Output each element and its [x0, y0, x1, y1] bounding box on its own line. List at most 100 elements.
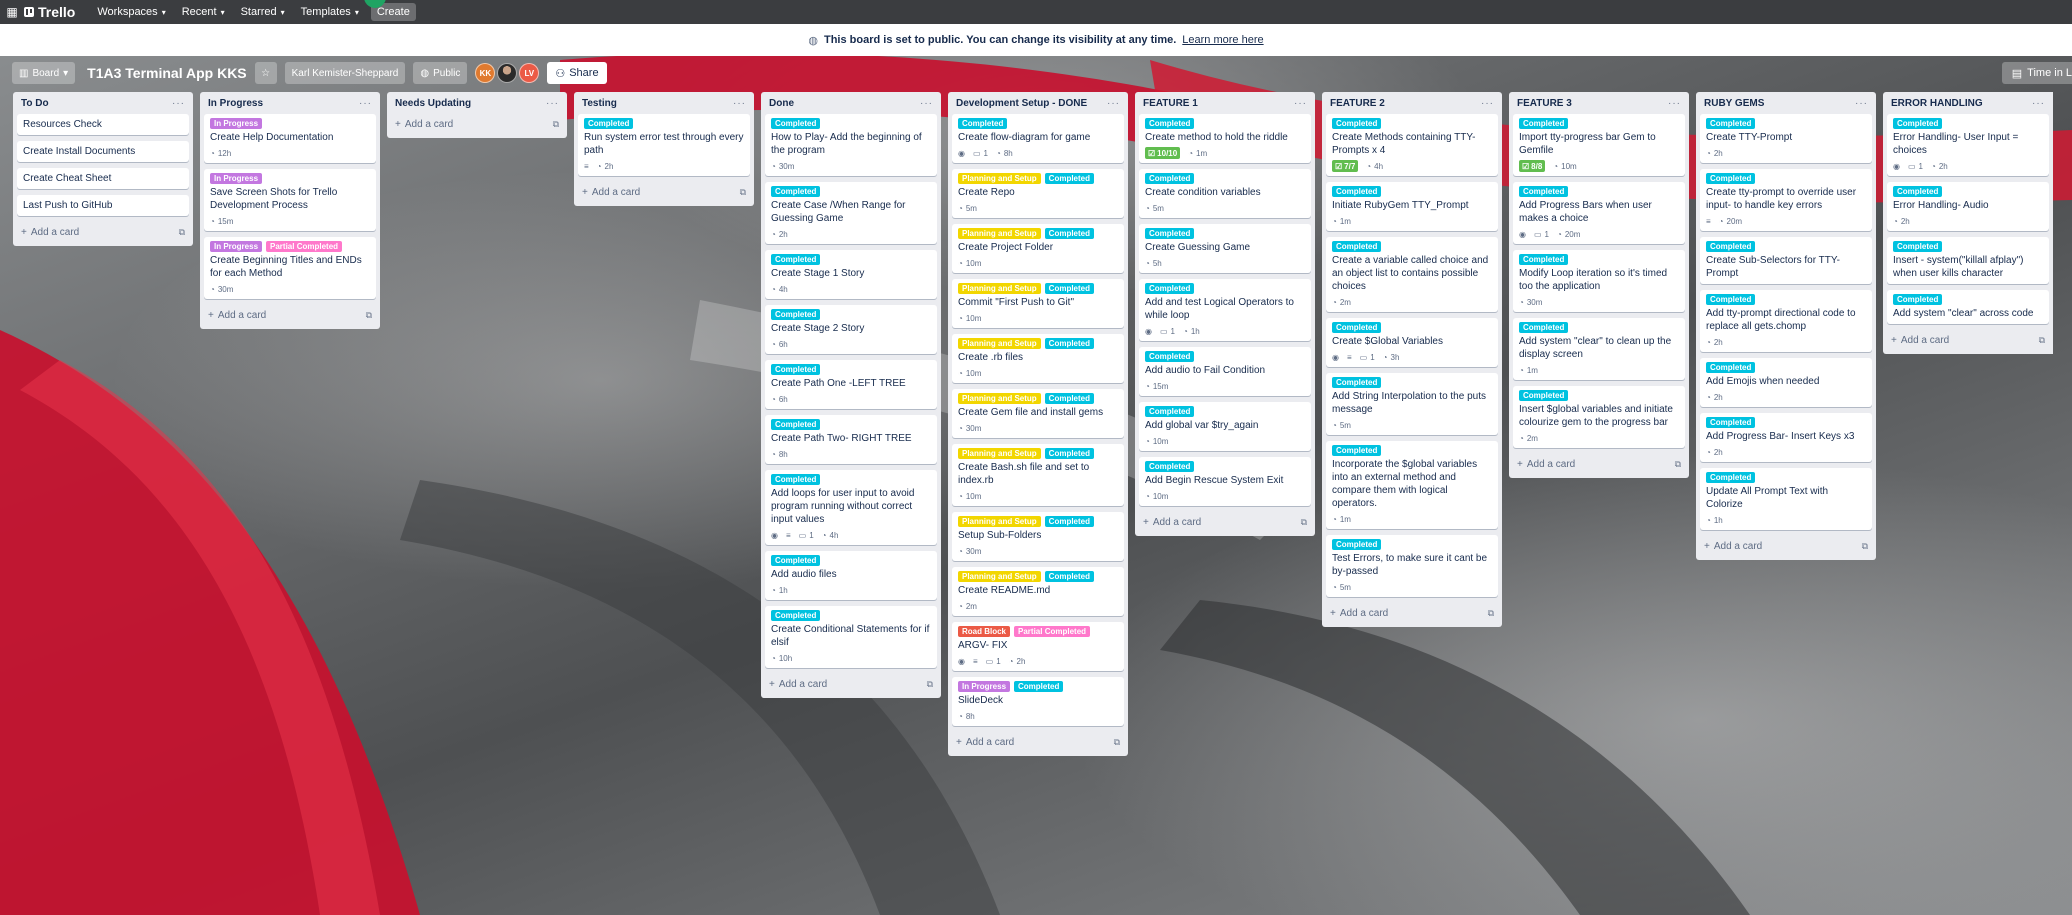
- add-card-button[interactable]: + Add a card: [1891, 335, 1949, 346]
- card[interactable]: Completed Add system "clear" across code: [1887, 290, 2049, 324]
- card[interactable]: Planning and Setup Completed Create Bash.s…: [952, 444, 1124, 506]
- card-label[interactable]: Partial Completed: [266, 241, 343, 252]
- card-label[interactable]: Completed: [1893, 294, 1943, 305]
- card-label[interactable]: Completed: [1145, 118, 1195, 129]
- recent-menu[interactable]: Recent ▾: [174, 0, 233, 24]
- list-title[interactable]: Done: [769, 98, 794, 109]
- add-card-button[interactable]: + Add a card: [395, 119, 453, 130]
- card[interactable]: Completed Create method to hold the riddl…: [1139, 114, 1311, 163]
- card-label[interactable]: Completed: [1706, 472, 1756, 483]
- card[interactable]: Completed Create $Global Variables ◉ ≡ ▭ 1 ◔ 3h: [1326, 318, 1498, 367]
- card-label[interactable]: Completed: [1044, 228, 1095, 239]
- card[interactable]: Completed Add Begin Rescue System Exit ◔ 10…: [1139, 457, 1311, 506]
- add-card-button[interactable]: + Add a card: [769, 679, 827, 690]
- learn-more-link[interactable]: Learn more here: [1182, 34, 1263, 46]
- card-label[interactable]: Planning and Setup: [958, 448, 1041, 459]
- card-template-icon[interactable]: ⧉: [179, 227, 185, 238]
- card-label[interactable]: Completed: [1706, 417, 1756, 428]
- card[interactable]: Completed How to Play- Add the beginning …: [765, 114, 937, 176]
- card-label[interactable]: Completed: [1044, 393, 1095, 404]
- card-label[interactable]: Completed: [1332, 118, 1382, 129]
- card-label[interactable]: Completed: [1519, 322, 1569, 333]
- list-title[interactable]: In Progress: [208, 98, 263, 109]
- card[interactable]: In Progress Partial Completed Create Begin…: [204, 237, 376, 299]
- card[interactable]: Completed Add loops for user input to avo…: [765, 470, 937, 545]
- card[interactable]: Completed Add system "clear" to clean up …: [1513, 318, 1685, 380]
- card[interactable]: Completed Add Progress Bar- Insert Keys x…: [1700, 413, 1872, 462]
- card-label[interactable]: Completed: [1332, 322, 1382, 333]
- card-label[interactable]: Planning and Setup: [958, 173, 1041, 184]
- card-label[interactable]: Completed: [771, 118, 821, 129]
- card-label[interactable]: Completed: [771, 474, 821, 485]
- card[interactable]: Completed Create tty-prompt to override u…: [1700, 169, 1872, 231]
- card[interactable]: Completed Add tty-prompt directional code…: [1700, 290, 1872, 352]
- card-label[interactable]: Completed: [1014, 681, 1064, 692]
- starred-menu[interactable]: Starred ▾: [233, 0, 293, 24]
- list-menu-icon[interactable]: ···: [920, 98, 933, 109]
- list-menu-icon[interactable]: ···: [1855, 98, 1868, 109]
- list-title[interactable]: FEATURE 1: [1143, 98, 1198, 109]
- card[interactable]: Planning and Setup Completed Create Projec…: [952, 224, 1124, 273]
- card-label[interactable]: Partial Completed: [1014, 626, 1091, 637]
- card[interactable]: Completed Create flow-diagram for game ◉ ▭ 1…: [952, 114, 1124, 163]
- list-title[interactable]: Needs Updating: [395, 98, 471, 109]
- list-menu-icon[interactable]: ···: [1107, 98, 1120, 109]
- card-label[interactable]: Completed: [771, 555, 821, 566]
- card-label[interactable]: Completed: [1893, 118, 1943, 129]
- list-menu-icon[interactable]: ···: [733, 98, 746, 109]
- card-label[interactable]: Planning and Setup: [958, 338, 1041, 349]
- avatar-lv[interactable]: LV: [519, 63, 540, 83]
- card-label[interactable]: Completed: [1332, 445, 1382, 456]
- add-card-button[interactable]: + Add a card: [1143, 517, 1201, 528]
- card-label[interactable]: Completed: [1332, 186, 1382, 197]
- card[interactable]: Completed Add and test Logical Operators …: [1139, 279, 1311, 341]
- add-card-button[interactable]: + Add a card: [1704, 541, 1762, 552]
- card-label[interactable]: Completed: [1145, 228, 1195, 239]
- list-title[interactable]: Development Setup - DONE: [956, 98, 1087, 109]
- card[interactable]: Completed Create a variable called choice…: [1326, 237, 1498, 312]
- card-label[interactable]: Completed: [771, 419, 821, 430]
- board-title[interactable]: T1A3 Terminal App KKS: [87, 65, 246, 81]
- card-label[interactable]: Completed: [771, 186, 821, 197]
- card-label[interactable]: Completed: [771, 309, 821, 320]
- card[interactable]: Completed Create Sub-Selectors for TTY-Pr…: [1700, 237, 1872, 284]
- card[interactable]: Planning and Setup Completed Create Repo ◔ 5…: [952, 169, 1124, 218]
- card-label[interactable]: Completed: [771, 364, 821, 375]
- card-template-icon[interactable]: ⧉: [2039, 335, 2045, 346]
- list-menu-icon[interactable]: ···: [1481, 98, 1494, 109]
- add-card-button[interactable]: + Add a card: [956, 737, 1014, 748]
- card-label[interactable]: Planning and Setup: [958, 283, 1041, 294]
- card-template-icon[interactable]: ⧉: [1675, 459, 1681, 470]
- card-template-icon[interactable]: ⧉: [366, 310, 372, 321]
- app-switcher-icon[interactable]: ▦: [2, 5, 22, 19]
- card-label[interactable]: Completed: [1145, 351, 1195, 362]
- card-template-icon[interactable]: ⧉: [1114, 737, 1120, 748]
- share-button[interactable]: ⚇ Share: [547, 62, 607, 84]
- card-label[interactable]: Planning and Setup: [958, 393, 1041, 404]
- card-label[interactable]: Completed: [1044, 173, 1095, 184]
- card-label[interactable]: Completed: [1332, 377, 1382, 388]
- card-label[interactable]: In Progress: [210, 118, 263, 129]
- card-template-icon[interactable]: ⧉: [1488, 608, 1494, 619]
- visibility-button[interactable]: ◍ Public: [413, 62, 468, 84]
- card-label[interactable]: Completed: [1519, 118, 1569, 129]
- list-menu-icon[interactable]: ···: [1668, 98, 1681, 109]
- card[interactable]: Completed Test Errors, to make sure it ca…: [1326, 535, 1498, 597]
- list-menu-icon[interactable]: ···: [1294, 98, 1307, 109]
- avatar-photo[interactable]: [497, 63, 518, 83]
- card-label[interactable]: Completed: [1044, 283, 1095, 294]
- card-label[interactable]: Completed: [1893, 186, 1943, 197]
- card[interactable]: Completed Create Methods containing TTY-P…: [1326, 114, 1498, 176]
- card[interactable]: Planning and Setup Completed Create Gem fi…: [952, 389, 1124, 438]
- card[interactable]: Completed Error Handling- User Input = ch…: [1887, 114, 2049, 176]
- card-label[interactable]: Planning and Setup: [958, 516, 1041, 527]
- workspaces-menu[interactable]: Workspaces ▾: [89, 0, 173, 24]
- card[interactable]: Last Push to GitHub: [17, 195, 189, 216]
- board-view-switcher[interactable]: ▥ Board ▾: [12, 62, 76, 84]
- card[interactable]: Planning and Setup Completed Commit "First…: [952, 279, 1124, 328]
- card[interactable]: Completed Create Path Two- RIGHT TREE ◔ 8h: [765, 415, 937, 464]
- card-label[interactable]: In Progress: [210, 241, 263, 252]
- card[interactable]: Completed Error Handling- Audio ◔ 2h: [1887, 182, 2049, 231]
- card[interactable]: Completed Create Conditional Statements f…: [765, 606, 937, 668]
- card[interactable]: Completed Create TTY-Prompt ◔ 2h: [1700, 114, 1872, 163]
